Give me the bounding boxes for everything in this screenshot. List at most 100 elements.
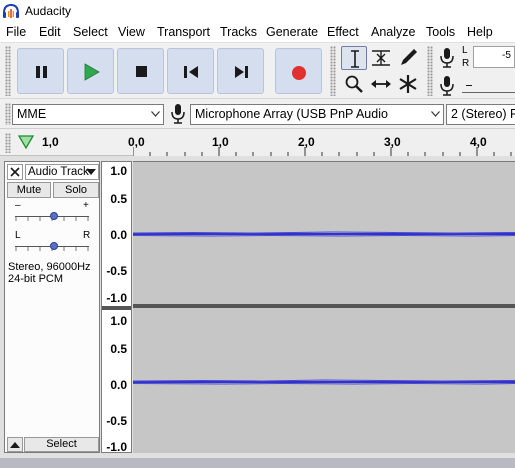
menu-tracks[interactable]: Tracks: [220, 25, 257, 39]
menu-help[interactable]: Help: [467, 25, 493, 39]
track-select-button[interactable]: Select: [24, 437, 99, 452]
skip-to-start-icon: [184, 66, 198, 78]
timeline-tick-label: 2,0: [298, 135, 315, 149]
timeline-grip[interactable]: [5, 133, 11, 153]
track-info-line1: Stereo, 96000Hz: [8, 261, 91, 273]
menu-view[interactable]: View: [118, 25, 145, 39]
skip-to-end-icon: [235, 66, 248, 78]
record-icon: [292, 66, 306, 80]
menu-tools[interactable]: Tools: [426, 25, 455, 39]
pause-icon: [36, 66, 47, 78]
scale-label: 1.0: [110, 314, 127, 328]
skip-to-start-button[interactable]: [167, 48, 214, 94]
asterisk-icon: [399, 75, 417, 93]
selection-tool-button[interactable]: [341, 46, 367, 70]
stop-icon: [136, 66, 147, 77]
skip-to-end-button[interactable]: [217, 48, 264, 94]
audio-host-select[interactable]: MME: [12, 104, 164, 125]
playback-mic-icon: [440, 76, 454, 96]
multi-tool-button[interactable]: [395, 72, 421, 96]
playback-meter-tick: [466, 85, 472, 86]
menu-generate[interactable]: Generate: [266, 25, 318, 39]
scale-label: 0.5: [110, 342, 127, 356]
track-close-button[interactable]: [7, 164, 23, 180]
stop-button[interactable]: [117, 48, 164, 94]
pinned-play-head-icon[interactable]: [17, 134, 35, 150]
pan-slider[interactable]: [15, 241, 89, 253]
waveform-channel-left[interactable]: [133, 161, 515, 304]
channel-divider: [102, 306, 131, 310]
timeline-tick-label: 1,0: [42, 135, 59, 149]
gain-slider-thumb[interactable]: [50, 212, 58, 220]
time-ruler[interactable]: 0,0 1,0 2,0 3,0 4,0: [128, 129, 515, 156]
gain-slider[interactable]: [15, 211, 89, 223]
track-area-bottom-edge: [0, 458, 515, 468]
collapse-track-button[interactable]: [7, 437, 23, 452]
waveform-channel-right[interactable]: [133, 308, 515, 453]
track-info-line2: 24-bit PCM: [8, 273, 64, 285]
pause-button[interactable]: [17, 48, 64, 94]
device-grip[interactable]: [5, 103, 11, 125]
scale-label: 0.0: [110, 378, 127, 392]
pan-slider-thumb[interactable]: [50, 242, 58, 250]
window-title: Audacity: [25, 4, 72, 18]
toolbar-area: L R -5: [0, 42, 515, 98]
scale-label: -1.0: [106, 291, 127, 305]
menu-analyze[interactable]: Analyze: [371, 25, 415, 39]
pencil-icon: [401, 49, 417, 65]
scale-label: -0.5: [106, 414, 127, 428]
mute-button[interactable]: Mute: [7, 182, 51, 198]
mute-label: Mute: [16, 184, 42, 196]
scale-label: 0.0: [110, 228, 127, 242]
solo-button[interactable]: Solo: [53, 182, 99, 198]
waveform-left: [133, 231, 515, 237]
scale-label: -1.0: [106, 440, 127, 454]
scale-label: 1.0: [110, 164, 127, 178]
track-name-menu-button[interactable]: Audio Track: [25, 164, 99, 180]
timeline-tick-label: 1,0: [212, 135, 229, 149]
solo-label: Solo: [64, 184, 88, 196]
timeline-tick-label: 3,0: [384, 135, 401, 149]
menu-effect[interactable]: Effect: [327, 25, 359, 39]
menu-bar: File Edit Select View Transport Tracks G…: [0, 22, 515, 42]
chevron-down-icon: [431, 111, 440, 117]
menu-file[interactable]: File: [6, 25, 26, 39]
envelope-icon: [372, 50, 390, 66]
play-icon: [84, 63, 100, 81]
chevron-up-icon: [10, 442, 20, 448]
toolbar-grip[interactable]: [5, 46, 11, 96]
magnifier-icon: [345, 75, 363, 93]
scale-label: -0.5: [106, 264, 127, 278]
title-bar: Audacity: [0, 0, 515, 22]
record-meter[interactable]: -5: [473, 46, 515, 68]
pan-right-label: R: [83, 230, 91, 241]
recording-channels-select[interactable]: 2 (Stereo) Re: [446, 104, 515, 125]
i-beam-icon: [351, 50, 359, 68]
tools-grip[interactable]: [330, 46, 336, 96]
menu-edit[interactable]: Edit: [39, 25, 61, 39]
record-button[interactable]: [275, 48, 322, 94]
device-toolbar: MME Microphone Array (USB PnP Audio 2 (S…: [0, 98, 515, 128]
gain-minus-label: –: [15, 200, 21, 211]
meter-grip[interactable]: [427, 46, 433, 96]
microphone-icon: [440, 48, 454, 68]
track-area: Audio Track Mute Solo – + L R Stereo, 96…: [0, 156, 515, 458]
double-arrow-icon: [371, 80, 391, 88]
close-icon: [10, 167, 20, 177]
envelope-tool-button[interactable]: [368, 46, 394, 70]
timeline: 1,0 0,0 1,0 2,0 3,0 4,0: [0, 128, 515, 156]
track-control-panel: Audio Track Mute Solo – + L R Stereo, 96…: [4, 161, 100, 453]
track-select-label: Select: [46, 438, 77, 450]
menu-transport[interactable]: Transport: [157, 25, 210, 39]
audio-host-value: MME: [17, 107, 47, 121]
chevron-down-icon: [151, 111, 160, 117]
amplitude-ruler: 1.0 0.5 0.0 -0.5 -1.0 1.0 0.5 0.0 -0.5 -…: [101, 161, 132, 454]
ruler-ticks: [133, 147, 512, 156]
zoom-tool-button[interactable]: [341, 72, 367, 96]
draw-tool-button[interactable]: [395, 46, 421, 70]
play-button[interactable]: [67, 48, 114, 94]
menu-select[interactable]: Select: [73, 25, 108, 39]
recording-device-select[interactable]: Microphone Array (USB PnP Audio: [190, 104, 444, 125]
playback-meter-baseline[interactable]: [462, 92, 515, 93]
time-shift-tool-button[interactable]: [368, 72, 394, 96]
